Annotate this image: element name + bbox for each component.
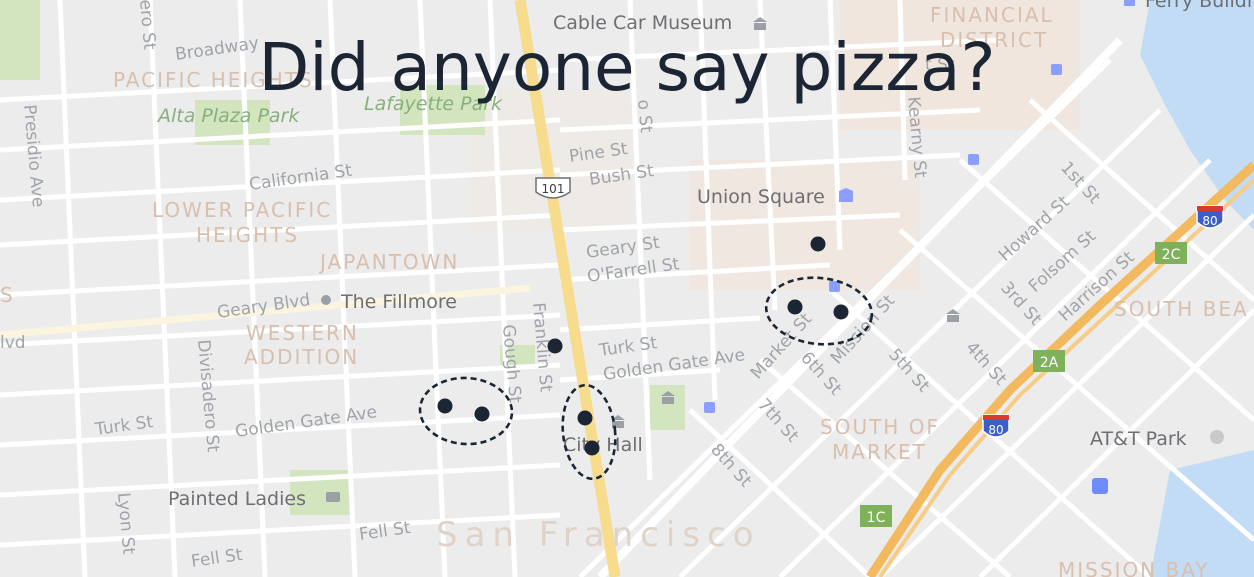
pizza-marker-6[interactable] (474, 406, 490, 422)
district-south-of-2: MARKET (832, 440, 927, 464)
district-japantown: JAPANTOWN (318, 250, 459, 274)
district-south-of-1: SOUTH OF (820, 415, 940, 439)
svg-text:80: 80 (1202, 214, 1217, 228)
pizza-marker-1[interactable] (810, 236, 826, 252)
bus-icon-2 (968, 154, 979, 165)
pizza-marker-2[interactable] (787, 299, 803, 315)
district-mission-bay: MISSION BAY (1058, 558, 1210, 577)
district-lower-pacific-1: LOWER PACIFIC (152, 198, 332, 222)
district-lower-pacific-2: HEIGHTS (196, 223, 299, 247)
pizza-marker-4[interactable] (547, 338, 563, 354)
place-att-park: AT&T Park (1090, 428, 1187, 450)
place-union-square: Union Square (697, 186, 825, 208)
district-south-beach: SOUTH BEA (1114, 297, 1249, 321)
svg-text:2A: 2A (1040, 355, 1059, 371)
svg-text:101: 101 (542, 182, 565, 196)
district-western-1: WESTERN (246, 321, 359, 345)
ferry-icon (1124, 0, 1135, 6)
pizza-marker-8[interactable] (584, 440, 600, 456)
place-painted-ladies: Painted Ladies (168, 488, 306, 510)
theater-icon (321, 295, 331, 305)
park-alta-plaza-label: Alta Plaza Park (156, 105, 300, 127)
headline: Did anyone say pizza? (258, 29, 996, 106)
city-label: San Francisco (436, 515, 761, 555)
exit-sign-1c: 1C (860, 505, 892, 527)
bus-icon-5 (1092, 478, 1108, 494)
exit-sign-2a: 2A (1033, 350, 1065, 372)
place-city-hall: City Hall (563, 434, 643, 456)
pizza-marker-7[interactable] (577, 410, 593, 426)
district-financial-1: FINANCIAL (930, 3, 1054, 27)
shield-i80-b: 80 (982, 414, 1010, 438)
place-ferry-building: Ferry Buildi (1145, 0, 1252, 12)
camera-icon (326, 492, 340, 502)
svg-text:2C: 2C (1162, 247, 1181, 263)
place-the-fillmore: The Fillmore (340, 291, 457, 313)
shield-i80-a: 80 (1196, 205, 1224, 229)
svg-text:80: 80 (988, 423, 1003, 437)
bus-icon-4 (704, 402, 715, 413)
district-western-2: ADDITION (244, 345, 359, 369)
street-edge-lvd: lvd (0, 333, 26, 353)
baseball-icon (1210, 430, 1224, 444)
pizza-marker-3[interactable] (833, 304, 849, 320)
pizza-marker-5[interactable] (437, 398, 453, 414)
district-edge-s: S (0, 283, 15, 307)
shield-us101: 101 (535, 177, 571, 199)
exit-sign-2c: 2C (1155, 242, 1187, 264)
svg-text:1C: 1C (867, 510, 886, 526)
map[interactable]: FINANCIAL DISTRICT PACIFIC HEIGHTS LOWER… (0, 0, 1254, 577)
